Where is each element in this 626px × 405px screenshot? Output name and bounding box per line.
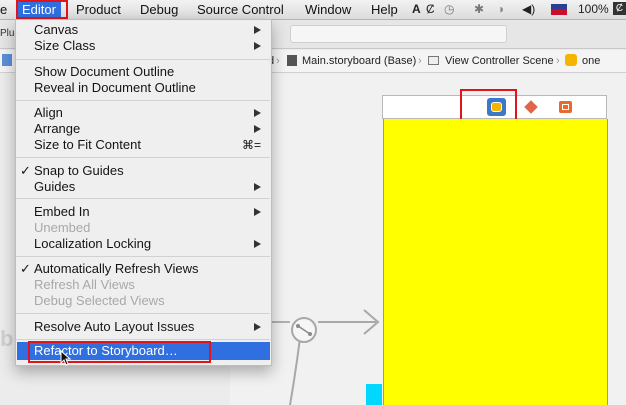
submenu-arrow-icon <box>254 26 261 34</box>
submenu-arrow-icon <box>254 42 261 50</box>
menu-separator <box>16 313 270 314</box>
menu-separator <box>16 339 270 340</box>
menu-item-automatically-refresh-views[interactable]: Automatically Refresh Views <box>34 261 199 276</box>
menu-separator <box>16 198 270 199</box>
menu-item-arrange[interactable]: Arrange <box>34 121 80 136</box>
submenu-arrow-icon <box>254 125 261 133</box>
menu-item-unembed: Unembed <box>34 220 91 235</box>
submenu-arrow-icon <box>254 323 261 331</box>
menu-item-reveal-in-document-outline[interactable]: Reveal in Document Outline <box>34 80 196 95</box>
menu-item-snap-to-guides[interactable]: Snap to Guides <box>34 163 124 178</box>
menu-item-localization-locking[interactable]: Localization Locking <box>34 236 151 251</box>
menu-item-debug-selected-views: Debug Selected Views <box>34 293 165 308</box>
menu-item-canvas[interactable]: Canvas <box>34 22 78 37</box>
exit-icon[interactable] <box>559 101 572 113</box>
annotation-refactor-box <box>28 341 211 363</box>
mouse-cursor-icon <box>60 350 72 366</box>
canvas-side-text: b <box>0 326 14 351</box>
menu-item-embed-in[interactable]: Embed In <box>34 204 90 219</box>
scene-view[interactable] <box>383 119 608 405</box>
menu-separator <box>16 157 270 158</box>
menu-separator <box>16 59 270 60</box>
checkmark-icon: ✓ <box>20 261 31 276</box>
editor-menu: Canvas Size Class Show Document Outline … <box>15 19 272 366</box>
submenu-arrow-icon <box>254 208 261 216</box>
menu-item-size-to-fit-content[interactable]: Size to Fit Content <box>34 137 141 152</box>
cyan-element <box>366 384 382 405</box>
menu-separator <box>16 100 270 101</box>
checkmark-icon: ✓ <box>20 163 31 178</box>
menu-item-show-document-outline[interactable]: Show Document Outline <box>34 64 174 79</box>
submenu-arrow-icon <box>254 109 261 117</box>
menu-item-align[interactable]: Align <box>34 105 63 120</box>
submenu-arrow-icon <box>254 240 261 248</box>
menu-item-refresh-all-views: Refresh All Views <box>34 277 135 292</box>
menu-item-guides[interactable]: Guides <box>34 179 75 194</box>
submenu-arrow-icon <box>254 183 261 191</box>
menu-item-shortcut: ⌘= <box>241 138 261 152</box>
menu-item-resolve-auto-layout-issues[interactable]: Resolve Auto Layout Issues <box>34 319 194 334</box>
menu-item-size-class[interactable]: Size Class <box>34 38 95 53</box>
menu-separator <box>16 256 270 257</box>
